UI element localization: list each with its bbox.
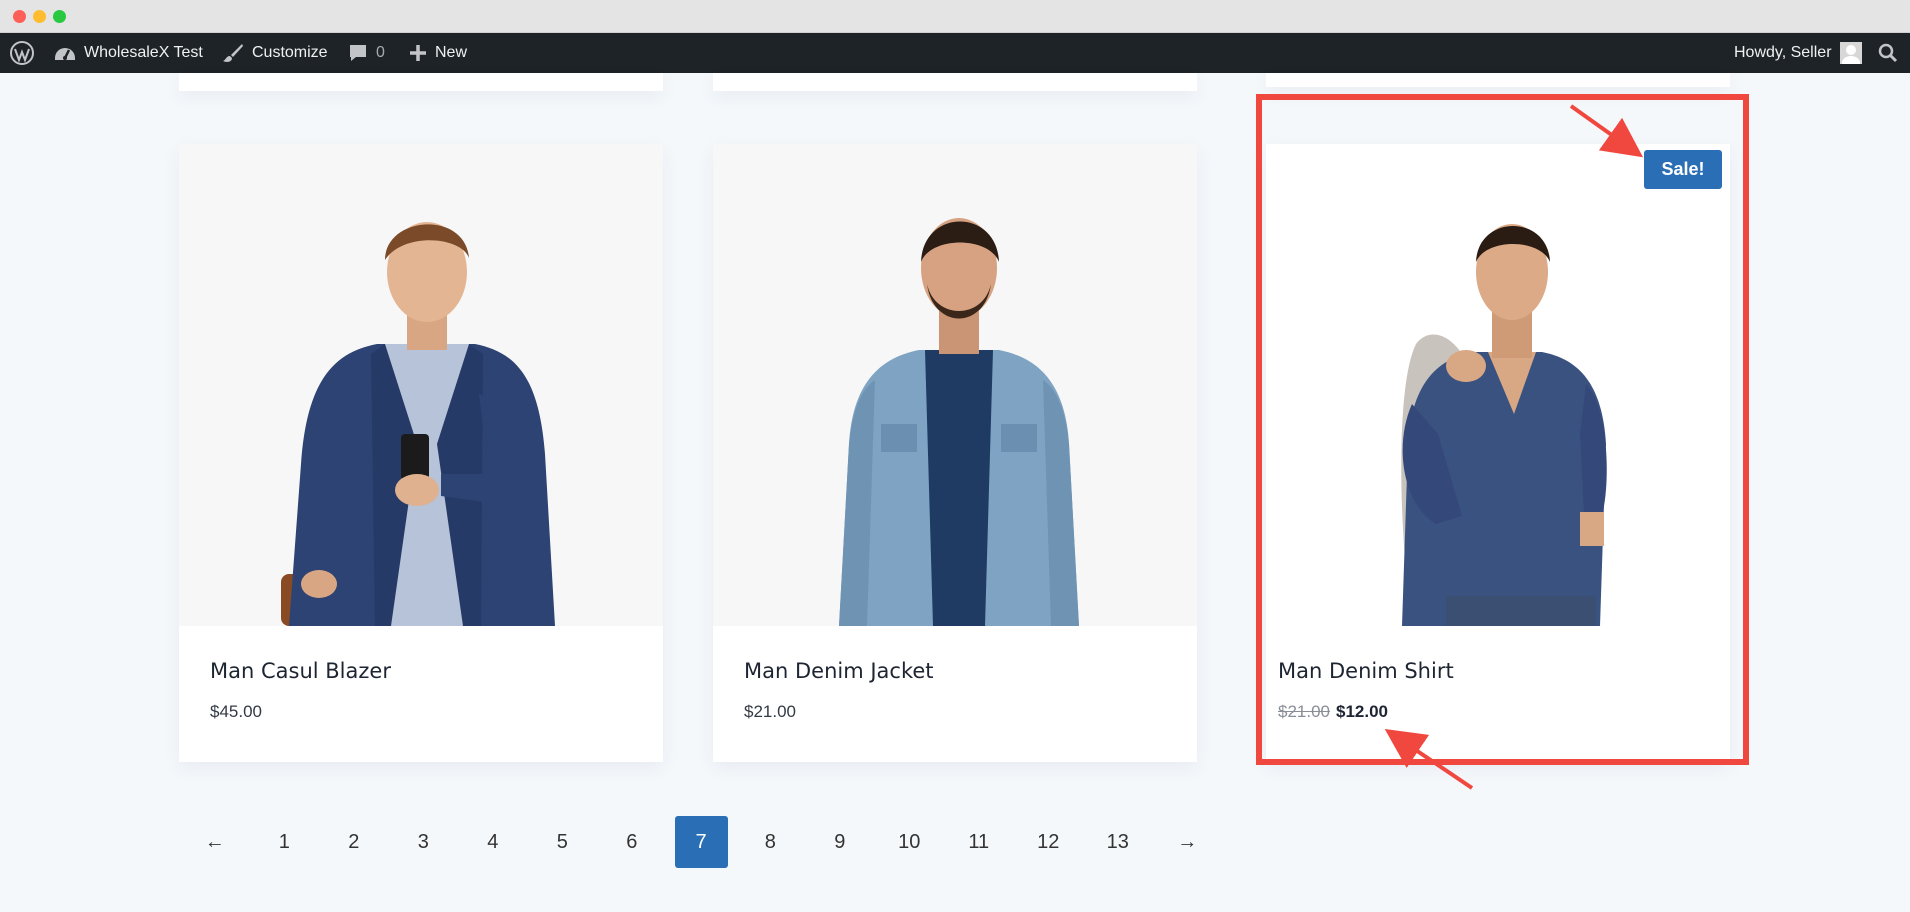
- page-1[interactable]: 1: [250, 816, 320, 868]
- arrow-to-sale-badge: [1569, 104, 1644, 158]
- page-11[interactable]: 11: [944, 816, 1014, 868]
- page-3[interactable]: 3: [389, 816, 459, 868]
- pagination: ← 1 2 3 4 5 6 7 8 9 10 11 12 13 →: [180, 816, 1222, 868]
- page-4[interactable]: 4: [458, 816, 528, 868]
- page-9[interactable]: 9: [805, 816, 875, 868]
- page-8[interactable]: 8: [736, 816, 806, 868]
- page-13[interactable]: 13: [1083, 816, 1153, 868]
- page-10[interactable]: 10: [875, 816, 945, 868]
- page-7-current[interactable]: 7: [674, 816, 728, 868]
- arrow-to-sale-price: [1384, 729, 1474, 790]
- pagination-next[interactable]: →: [1153, 816, 1223, 868]
- page-6[interactable]: 6: [597, 816, 667, 868]
- page-12[interactable]: 12: [1014, 816, 1084, 868]
- annotation-arrows: [1384, 104, 1644, 790]
- page-5[interactable]: 5: [528, 816, 598, 868]
- pagination-prev[interactable]: ←: [180, 816, 250, 868]
- page-2[interactable]: 2: [319, 816, 389, 868]
